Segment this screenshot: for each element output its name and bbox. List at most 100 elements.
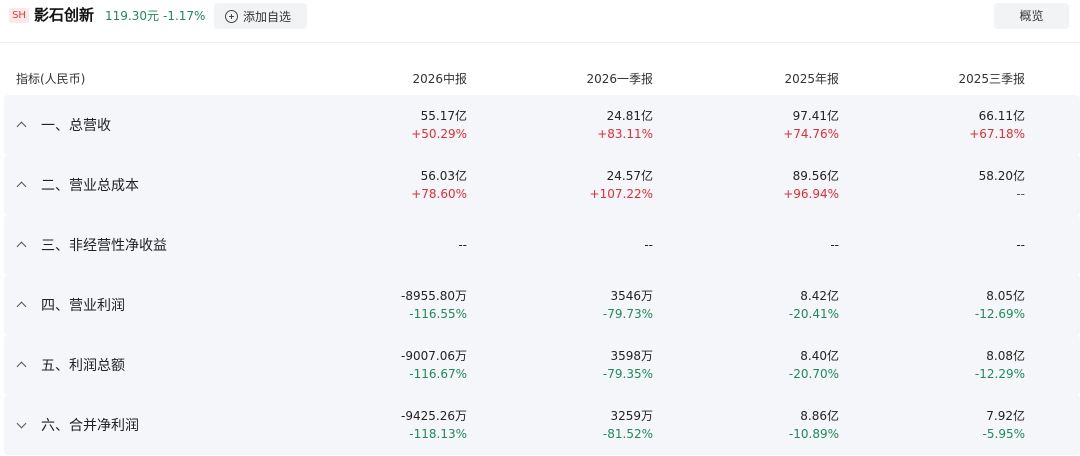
cell-value: -8955.80万 bbox=[401, 288, 467, 303]
period-column-header[interactable]: 2026一季报 bbox=[586, 70, 653, 88]
indicator-column-header: 指标(人民币) bbox=[16, 72, 86, 86]
data-cell: 89.56亿 +96.94% bbox=[783, 155, 839, 215]
cell-value: 24.57亿 bbox=[606, 168, 653, 183]
cell-value: -9007.06万 bbox=[401, 348, 467, 363]
overview-button[interactable]: 概览 bbox=[994, 3, 1069, 29]
cell-change: -5.95% bbox=[982, 426, 1025, 441]
cell-change: -20.70% bbox=[788, 366, 839, 381]
cell-value: 8.42亿 bbox=[800, 288, 839, 303]
data-cell: 55.17亿 +50.29% bbox=[411, 95, 467, 155]
cell-change: -20.41% bbox=[788, 306, 839, 321]
cell-value: -- bbox=[1016, 237, 1025, 252]
row-label-text: 三、非经营性净收益 bbox=[41, 237, 167, 254]
cell-value: -9425.26万 bbox=[401, 408, 467, 423]
cell-value: 97.41亿 bbox=[792, 108, 839, 123]
chevron-up-icon[interactable] bbox=[16, 181, 27, 192]
row-label-text: 四、营业利润 bbox=[41, 297, 125, 314]
cell-value: 3598万 bbox=[610, 348, 653, 363]
data-cell: 8.05亿 -12.69% bbox=[975, 275, 1025, 335]
cell-change: -118.13% bbox=[409, 426, 467, 441]
table-row[interactable]: 六、合并净利润 -9425.26万 -118.13% 3259万 -81.52% 8.86… bbox=[4, 395, 1080, 455]
chevron-up-icon[interactable] bbox=[16, 121, 27, 132]
cell-change: +78.60% bbox=[411, 186, 467, 201]
table-row[interactable]: 五、利润总额 -9007.06万 -116.67% 3598万 -79.35% 8.40亿… bbox=[4, 335, 1080, 395]
chevron-up-icon[interactable] bbox=[16, 301, 27, 312]
cell-value: 24.81亿 bbox=[606, 108, 653, 123]
data-cell: 24.81亿 +83.11% bbox=[597, 95, 653, 155]
stock-price: 119.30元 bbox=[105, 9, 159, 23]
cell-value: 56.03亿 bbox=[420, 168, 467, 183]
cell-change: +74.76% bbox=[783, 126, 839, 141]
cell-change: -81.52% bbox=[602, 426, 653, 441]
chevron-down-icon[interactable] bbox=[16, 418, 27, 429]
row-label[interactable]: 六、合并净利润 bbox=[16, 395, 139, 455]
cell-change: -12.29% bbox=[974, 366, 1025, 381]
cell-value: 8.05亿 bbox=[986, 288, 1025, 303]
table-row[interactable]: 一、总营收 55.17亿 +50.29% 24.81亿 +83.11% 97.41亿 +74… bbox=[4, 95, 1080, 155]
row-label[interactable]: 二、营业总成本 bbox=[16, 155, 139, 215]
data-cell: -- bbox=[1016, 215, 1025, 275]
cell-change: -10.89% bbox=[788, 426, 839, 441]
cell-change: -116.67% bbox=[409, 366, 467, 381]
cell-change: +96.94% bbox=[783, 186, 839, 201]
plus-circle-icon bbox=[225, 9, 238, 23]
chevron-up-icon[interactable] bbox=[16, 241, 27, 252]
table-row[interactable]: 二、营业总成本 56.03亿 +78.60% 24.57亿 +107.22% 89.56亿… bbox=[4, 155, 1080, 215]
data-cell: 8.08亿 -12.29% bbox=[975, 335, 1025, 395]
data-cell: 8.42亿 -20.41% bbox=[789, 275, 839, 335]
add-watchlist-label: 添加自选 bbox=[243, 9, 292, 24]
cell-value: -- bbox=[644, 237, 653, 252]
data-cell: -9425.26万 -118.13% bbox=[401, 395, 467, 455]
period-column-header[interactable]: 2025年报 bbox=[784, 70, 839, 88]
data-cell: -8955.80万 -116.55% bbox=[401, 275, 467, 335]
data-cell: 8.40亿 -20.70% bbox=[789, 335, 839, 395]
cell-value: 7.92亿 bbox=[986, 408, 1025, 423]
data-cell: 58.20亿 -- bbox=[979, 155, 1025, 215]
data-cell: 3259万 -81.52% bbox=[603, 395, 653, 455]
chevron-up-icon[interactable] bbox=[16, 361, 27, 372]
row-label[interactable]: 一、总营收 bbox=[16, 95, 111, 155]
cell-value: 3546万 bbox=[610, 288, 653, 303]
cell-value: 3259万 bbox=[610, 408, 653, 423]
data-cell: 7.92亿 -5.95% bbox=[983, 395, 1025, 455]
exchange-badge: SH bbox=[9, 8, 29, 23]
data-cell: 24.57亿 +107.22% bbox=[590, 155, 653, 215]
cell-value: -- bbox=[458, 237, 467, 252]
cell-change: -79.35% bbox=[602, 366, 653, 381]
header-divider bbox=[0, 42, 1080, 43]
cell-value: 8.86亿 bbox=[800, 408, 839, 423]
table-row[interactable]: 四、营业利润 -8955.80万 -116.55% 3546万 -79.73% 8.42亿… bbox=[4, 275, 1080, 335]
data-cell: 66.11亿 +67.18% bbox=[969, 95, 1025, 155]
add-watchlist-button[interactable]: 添加自选 bbox=[214, 3, 307, 29]
stock-name[interactable]: 影石创新 bbox=[34, 5, 94, 25]
row-label[interactable]: 四、营业利润 bbox=[16, 275, 125, 335]
data-cell: -- bbox=[830, 215, 839, 275]
row-label[interactable]: 三、非经营性净收益 bbox=[16, 215, 167, 275]
stock-change: -1.17% bbox=[163, 9, 206, 23]
stock-header: SH 影石创新 119.30元 -1.17% 添加自选 概览 bbox=[0, 0, 1080, 34]
cell-change: -79.73% bbox=[602, 306, 653, 321]
cell-value: 8.40亿 bbox=[800, 348, 839, 363]
table-row[interactable]: 三、非经营性净收益 -- -- -- -- bbox=[4, 215, 1080, 275]
cell-value: 8.08亿 bbox=[986, 348, 1025, 363]
cell-change: +107.22% bbox=[589, 186, 653, 201]
data-cell: -9007.06万 -116.67% bbox=[401, 335, 467, 395]
data-cell: 56.03亿 +78.60% bbox=[411, 155, 467, 215]
period-column-header[interactable]: 2025三季报 bbox=[958, 70, 1025, 88]
period-column-header[interactable]: 2026中报 bbox=[412, 70, 467, 88]
cell-change: +50.29% bbox=[411, 126, 467, 141]
row-label[interactable]: 五、利润总额 bbox=[16, 335, 125, 395]
cell-change: -12.69% bbox=[974, 306, 1025, 321]
row-label-text: 一、总营收 bbox=[41, 117, 111, 134]
cell-change: -116.55% bbox=[409, 306, 467, 321]
data-cell: 8.86亿 -10.89% bbox=[789, 395, 839, 455]
data-cell: 3598万 -79.35% bbox=[603, 335, 653, 395]
cell-value: 58.20亿 bbox=[978, 168, 1025, 183]
data-cell: 97.41亿 +74.76% bbox=[783, 95, 839, 155]
financial-table: 一、总营收 55.17亿 +50.29% 24.81亿 +83.11% 97.41亿 +74… bbox=[4, 95, 1080, 455]
cell-change: +67.18% bbox=[969, 126, 1025, 141]
cell-value: -- bbox=[830, 237, 839, 252]
data-cell: -- bbox=[458, 215, 467, 275]
cell-change: +83.11% bbox=[597, 126, 653, 141]
data-cell: -- bbox=[644, 215, 653, 275]
